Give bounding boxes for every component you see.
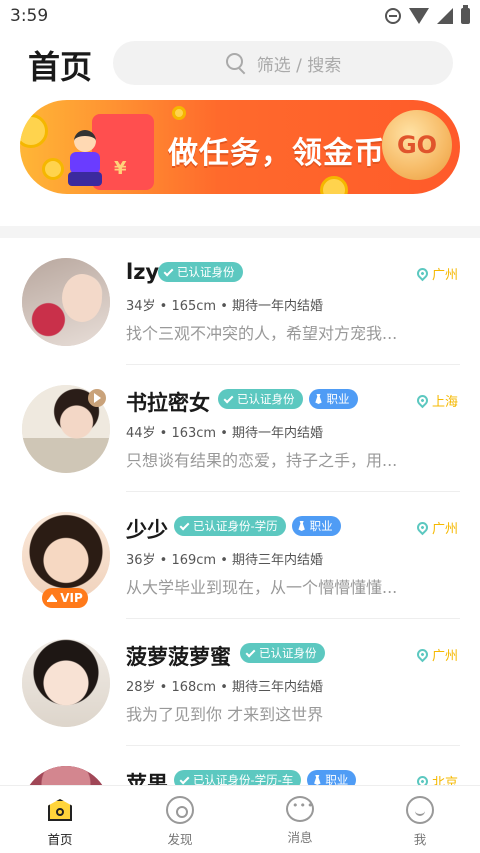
badge-row: 已认证身份 <box>158 262 243 282</box>
nav-item-home[interactable]: 首页 <box>0 786 120 853</box>
profile-name: 菠萝菠萝蜜 <box>126 645 231 669</box>
location-pin-icon <box>414 392 431 409</box>
badge-row: 已认证身份 <box>240 643 325 663</box>
coin-icon <box>42 158 64 180</box>
header: 首页 筛选 / 搜索 <box>0 36 480 92</box>
coin-icon <box>20 114 48 148</box>
verified-badge: 已认证身份 <box>158 262 243 282</box>
location-label: 广州 <box>431 268 458 283</box>
page-title: 首页 <box>28 48 93 86</box>
profile-meta: 36岁 • 169cm • 期待三年内结婚 <box>126 553 324 568</box>
do-not-disturb-icon <box>385 8 401 24</box>
profile-card[interactable]: VIP 少少 已认证身份-学历 职业 广州 36岁 • 169cm • 期待三年… <box>0 492 480 619</box>
avatar[interactable] <box>22 258 110 346</box>
nav-label: 我 <box>413 832 427 847</box>
check-icon <box>223 393 234 403</box>
profile-name: 少少 <box>126 518 168 542</box>
video-play-icon[interactable] <box>88 389 106 407</box>
location: 广州 <box>414 518 458 537</box>
status-time: 3:59 <box>10 6 49 26</box>
avatar[interactable] <box>22 639 110 727</box>
vip-label: VIP <box>60 591 83 605</box>
nav-item-me[interactable]: 我 <box>360 786 480 853</box>
profile-icon <box>406 796 434 824</box>
verified-badge: 已认证身份-学历 <box>174 516 286 536</box>
verified-badge: 已认证身份 <box>240 643 325 663</box>
home-icon <box>46 796 74 824</box>
verified-label: 已认证身份 <box>259 646 317 660</box>
nav-label: 发现 <box>167 832 193 847</box>
profile-meta: 28岁 • 168cm • 期待三年内结婚 <box>126 680 324 695</box>
nav-item-messages[interactable]: 消息 <box>240 786 360 853</box>
search-placeholder: 筛选 / 搜索 <box>256 55 342 76</box>
location: 广州 <box>414 645 458 664</box>
vip-badge: VIP <box>42 588 88 608</box>
profile-name: lzy <box>126 260 160 284</box>
profile-meta: 44岁 • 163cm • 期待一年内结婚 <box>126 426 324 441</box>
avatar[interactable] <box>22 512 110 600</box>
job-label: 职业 <box>309 519 333 533</box>
location: 上海 <box>414 391 458 410</box>
go-button[interactable]: GO <box>382 110 452 180</box>
job-badge: 职业 <box>291 516 341 536</box>
profile-description: 找个三观不冲突的人，希望对方宠我... <box>126 324 398 343</box>
verified-label: 已认证身份 <box>237 392 295 406</box>
check-icon <box>179 520 190 530</box>
job-label: 职业 <box>326 392 350 406</box>
status-icons <box>385 5 470 24</box>
status-bar: 3:59 <box>0 0 480 34</box>
profile-description: 从大学毕业到现在，从一个懵懵懂懂... <box>126 578 398 597</box>
coin-icon <box>172 106 186 120</box>
badge-row: 已认证身份-学历 职业 <box>174 516 341 536</box>
location-label: 广州 <box>431 649 458 664</box>
nav-item-discover[interactable]: 发现 <box>120 786 240 853</box>
badge-row: 已认证身份 职业 <box>218 389 358 409</box>
profile-card[interactable]: lzy 已认证身份 广州 34岁 • 165cm • 期待一年内结婚 找个三观不… <box>0 238 480 365</box>
tie-icon <box>314 775 321 785</box>
banner-text: 做任务，领金币 <box>168 136 385 171</box>
location-pin-icon <box>414 646 431 663</box>
search-bar[interactable]: 筛选 / 搜索 <box>113 41 453 85</box>
location: 广州 <box>414 264 458 283</box>
wifi-icon <box>409 8 429 24</box>
app-screen: 3:59 首页 筛选 / 搜索 做任务，领金币 GO <box>0 0 480 853</box>
check-icon <box>179 774 190 784</box>
location-pin-icon <box>414 265 431 282</box>
location-pin-icon <box>414 519 431 536</box>
nav-label: 消息 <box>287 830 313 845</box>
profile-description: 我为了见到你 才来到这世界 <box>126 705 324 724</box>
section-divider <box>0 226 480 238</box>
profile-card[interactable]: 菠萝菠萝蜜 已认证身份 广州 28岁 • 168cm • 期待三年内结婚 我为了… <box>0 619 480 746</box>
location-label: 广州 <box>431 522 458 537</box>
battery-icon <box>461 5 470 24</box>
check-icon <box>163 266 174 276</box>
discover-icon <box>166 796 194 824</box>
verified-label: 已认证身份 <box>177 265 235 279</box>
tie-icon <box>315 394 322 404</box>
profile-meta: 34岁 • 165cm • 期待一年内结婚 <box>126 299 324 314</box>
crown-icon <box>47 594 58 602</box>
profile-name: 书拉密女 <box>126 391 210 415</box>
search-icon <box>225 52 247 74</box>
verified-label: 已认证身份-学历 <box>193 519 278 533</box>
bottom-nav: 首页 发现 消息 我 <box>0 785 480 853</box>
task-banner[interactable]: 做任务，领金币 GO <box>20 100 460 194</box>
signal-icon <box>437 8 453 24</box>
check-icon <box>245 647 256 657</box>
message-icon <box>286 796 314 822</box>
tie-icon <box>298 521 305 531</box>
location-label: 上海 <box>431 395 458 410</box>
nav-label: 首页 <box>47 832 73 847</box>
profile-description: 只想谈有结果的恋爱，持子之手，用... <box>126 451 398 470</box>
profile-card[interactable]: 书拉密女 已认证身份 职业 上海 44岁 • 163cm • 期待一年内结婚 只… <box>0 365 480 492</box>
person-illustration <box>64 130 106 188</box>
coin-icon <box>320 176 348 194</box>
verified-badge: 已认证身份 <box>218 389 303 409</box>
job-badge: 职业 <box>308 389 358 409</box>
